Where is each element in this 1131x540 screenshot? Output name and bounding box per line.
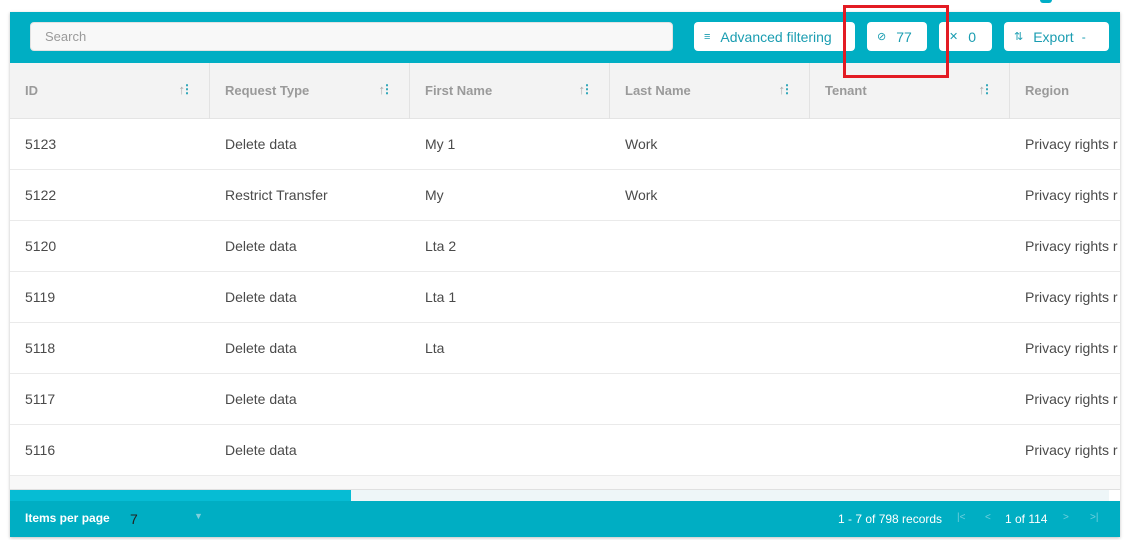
advanced-filtering-label: Advanced filtering bbox=[720, 28, 832, 45]
cell-request-type: Delete data bbox=[225, 289, 297, 305]
column-label: Last Name bbox=[625, 83, 691, 98]
cell-id: 5123 bbox=[25, 136, 57, 152]
hidden-columns-count: 77 bbox=[896, 28, 912, 45]
scrollbar-thumb[interactable] bbox=[10, 490, 351, 501]
cell-region: Privacy rights r bbox=[1025, 187, 1118, 203]
column-menu-icon[interactable]: ⋮ bbox=[381, 82, 393, 96]
cell-request-type: Restrict Transfer bbox=[225, 187, 328, 203]
cell-tenant bbox=[810, 119, 1010, 169]
export-button[interactable]: ⇅ Export - bbox=[1004, 22, 1109, 51]
column-label: Request Type bbox=[225, 83, 310, 98]
pinned-columns-button[interactable]: ✕ 0 bbox=[939, 22, 992, 51]
cell-request-type: Delete data bbox=[225, 442, 297, 458]
table-row[interactable]: 5117 Delete data Privacy rights r bbox=[10, 374, 1120, 425]
items-per-page-value: 7 bbox=[130, 511, 138, 527]
cell-first-name bbox=[410, 425, 610, 475]
cell-id: 5118 bbox=[25, 340, 56, 356]
first-page-icon[interactable]: |< bbox=[957, 512, 965, 523]
cell-region: Privacy rights r bbox=[1025, 442, 1118, 458]
data-grid-panel: Search ≡ Advanced filtering ⊘ 77 ✕ 0 ⇅ E… bbox=[10, 12, 1120, 537]
cell-first-name: Lta bbox=[425, 340, 445, 356]
cell-id: 5117 bbox=[25, 391, 56, 407]
eye-slash-icon: ⊘ bbox=[877, 31, 887, 43]
items-per-page-label: Items per page bbox=[25, 511, 110, 525]
column-menu-icon[interactable]: ⋮ bbox=[581, 82, 593, 96]
cell-id: 5120 bbox=[25, 238, 57, 254]
last-page-icon[interactable]: >| bbox=[1090, 512, 1098, 523]
table-filler bbox=[10, 476, 1120, 490]
table-row[interactable]: 5116 Delete data Privacy rights r bbox=[10, 425, 1120, 476]
previous-page-icon[interactable]: < bbox=[985, 512, 991, 523]
cell-region: Privacy rights r bbox=[1025, 289, 1118, 305]
cell-first-name bbox=[410, 374, 610, 424]
cell-request-type: Delete data bbox=[225, 136, 297, 152]
cell-first-name: Lta 1 bbox=[425, 289, 457, 305]
cell-region: Privacy rights r bbox=[1025, 238, 1118, 254]
pagination-footer: Items per page 7 ▼ 1 - 7 of 798 records … bbox=[10, 501, 1120, 537]
cell-region: Privacy rights r bbox=[1025, 391, 1118, 407]
records-summary: 1 - 7 of 798 records bbox=[838, 512, 943, 526]
column-header-last-name[interactable]: Last Name ↑ ⋮ bbox=[610, 63, 810, 119]
column-header-first-name[interactable]: First Name ↑ ⋮ bbox=[410, 63, 610, 119]
table-row[interactable]: 5120 Delete data Lta 2 Privacy rights r bbox=[10, 221, 1120, 272]
cell-last-name: Work bbox=[625, 187, 658, 203]
cell-id: 5122 bbox=[25, 187, 57, 203]
export-dropdown-icon: - bbox=[1081, 29, 1086, 44]
pinned-columns-count: 0 bbox=[968, 28, 977, 45]
items-per-page-select[interactable]: 7 ▼ bbox=[130, 511, 205, 529]
column-menu-icon[interactable]: ⋮ bbox=[781, 82, 793, 96]
cell-region: Privacy rights r bbox=[1025, 136, 1118, 152]
cell-last-name bbox=[610, 323, 810, 373]
table-row[interactable]: 5122 Restrict Transfer My Work Privacy right… bbox=[10, 170, 1120, 221]
column-header-region[interactable]: Region bbox=[1010, 63, 1120, 119]
export-icon: ⇅ bbox=[1014, 31, 1024, 43]
cell-tenant bbox=[810, 170, 1010, 220]
cell-region: Privacy rights r bbox=[1025, 340, 1118, 356]
cell-id: 5116 bbox=[25, 442, 56, 458]
chevron-down-icon: ▼ bbox=[194, 511, 203, 521]
column-label: Region bbox=[1025, 83, 1070, 98]
cell-tenant bbox=[810, 221, 1010, 271]
cell-request-type: Delete data bbox=[225, 340, 297, 356]
cell-first-name: Lta 2 bbox=[425, 238, 457, 254]
cell-last-name bbox=[610, 374, 810, 424]
cell-last-name bbox=[610, 272, 810, 322]
cell-last-name bbox=[610, 425, 810, 475]
column-menu-icon[interactable]: ⋮ bbox=[981, 82, 993, 96]
cell-tenant bbox=[810, 323, 1010, 373]
column-header-id[interactable]: ID ↑ ⋮ bbox=[10, 63, 210, 119]
filter-icon: ≡ bbox=[704, 30, 711, 43]
pin-icon: ✕ bbox=[949, 31, 959, 43]
cell-last-name bbox=[610, 221, 810, 271]
grid-toolbar: Search ≡ Advanced filtering ⊘ 77 ✕ 0 ⇅ E… bbox=[10, 12, 1120, 63]
cell-request-type: Delete data bbox=[225, 238, 297, 254]
next-page-icon[interactable]: > bbox=[1063, 512, 1069, 523]
cell-id: 5119 bbox=[25, 289, 56, 305]
table-header: ID ↑ ⋮ Request Type ↑ ⋮ First Name ↑ ⋮ L… bbox=[10, 63, 1120, 119]
cell-tenant bbox=[810, 374, 1010, 424]
table-row[interactable]: 5119 Delete data Lta 1 Privacy rights r bbox=[10, 272, 1120, 323]
cell-first-name: My bbox=[425, 187, 444, 203]
column-label: ID bbox=[25, 83, 38, 98]
search-input[interactable]: Search bbox=[30, 22, 673, 51]
column-menu-icon[interactable]: ⋮ bbox=[181, 82, 193, 96]
cell-tenant bbox=[810, 425, 1010, 475]
cell-tenant bbox=[810, 272, 1010, 322]
cell-request-type: Delete data bbox=[225, 391, 297, 407]
cell-last-name: Work bbox=[625, 136, 658, 152]
column-header-request-type[interactable]: Request Type ↑ ⋮ bbox=[210, 63, 410, 119]
export-label: Export bbox=[1033, 28, 1074, 45]
table-row[interactable]: 5123 Delete data My 1 Work Privacy rights r bbox=[10, 119, 1120, 170]
page-status: 1 of 114 bbox=[1005, 512, 1048, 526]
top-edge-indicator bbox=[1040, 0, 1052, 3]
column-header-tenant[interactable]: Tenant ↑ ⋮ bbox=[810, 63, 1010, 119]
column-label: First Name bbox=[425, 83, 493, 98]
horizontal-scrollbar[interactable] bbox=[10, 490, 1109, 501]
advanced-filtering-button[interactable]: ≡ Advanced filtering bbox=[694, 22, 855, 51]
table-body: 5123 Delete data My 1 Work Privacy rights r5… bbox=[10, 119, 1120, 476]
table-row[interactable]: 5118 Delete data Lta Privacy rights r bbox=[10, 323, 1120, 374]
cell-first-name: My 1 bbox=[425, 136, 456, 152]
hidden-columns-button[interactable]: ⊘ 77 bbox=[867, 22, 927, 51]
column-label: Tenant bbox=[825, 83, 867, 98]
